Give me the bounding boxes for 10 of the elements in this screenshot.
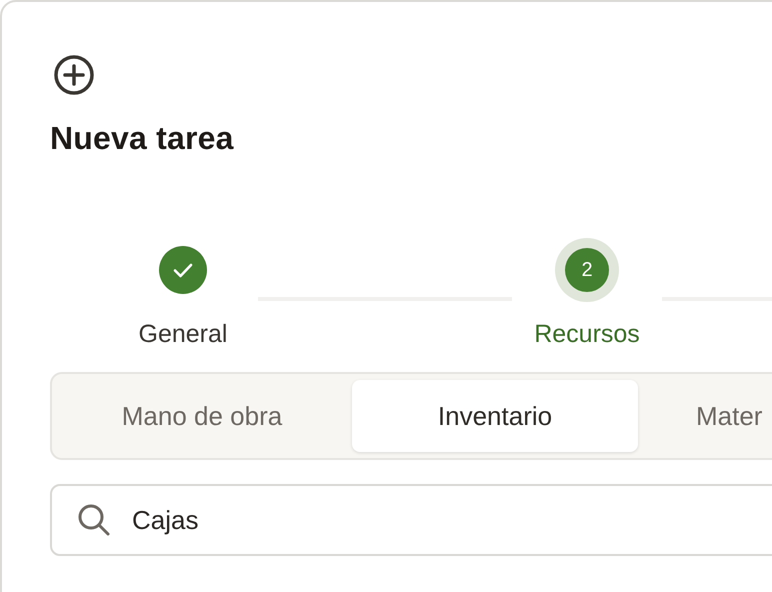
step-label: Recursos — [534, 320, 640, 349]
tab[interactable]: Mater — [645, 380, 772, 452]
search-field[interactable]: Cajas — [50, 484, 772, 556]
dialog-title: Nueva tarea — [50, 119, 235, 158]
search-icon — [76, 502, 112, 538]
tab[interactable]: Inventario — [352, 380, 638, 452]
add-icon — [53, 54, 95, 96]
step-number: 2 — [565, 248, 609, 292]
step-label: General — [138, 320, 228, 349]
tab[interactable]: Mano de obra — [59, 380, 345, 452]
